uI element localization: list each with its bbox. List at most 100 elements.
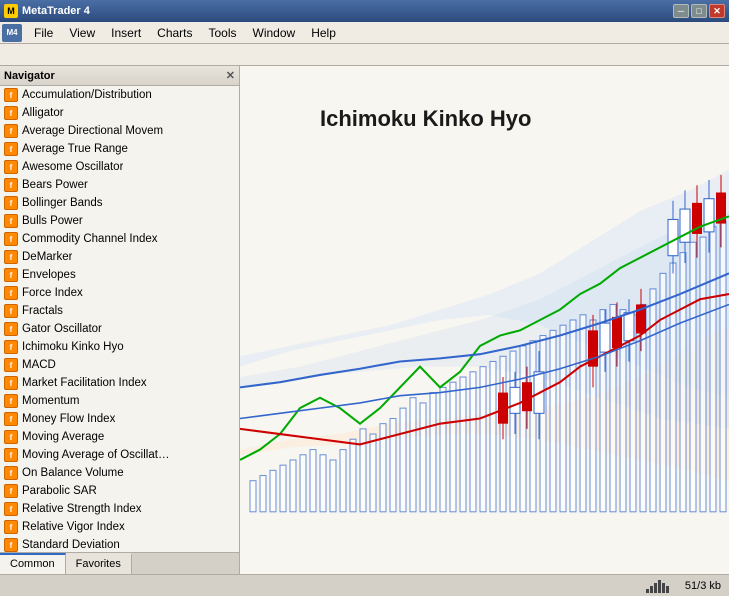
indicator-icon: f <box>4 358 18 372</box>
status-bar: 51/3 kb <box>0 574 729 596</box>
indicator-label: Moving Average of Oscillat… <box>22 449 169 461</box>
indicator-icon: f <box>4 286 18 300</box>
indicator-label: Fractals <box>22 305 63 317</box>
nav-item[interactable]: f Momentum <box>0 392 239 410</box>
indicator-icon: f <box>4 502 18 516</box>
tab-common[interactable]: Common <box>0 553 66 574</box>
indicator-icon: f <box>4 124 18 138</box>
indicator-icon: f <box>4 178 18 192</box>
nav-item[interactable]: f Awesome Oscillator <box>0 158 239 176</box>
indicator-label: Parabolic SAR <box>22 485 97 497</box>
chart-svg <box>240 66 729 574</box>
indicator-label: Bulls Power <box>22 215 83 227</box>
close-button[interactable]: ✕ <box>709 4 725 18</box>
nav-item[interactable]: fBulls Power <box>0 212 239 230</box>
indicator-icon: f <box>4 250 18 264</box>
nav-item[interactable]: f Relative Vigor Index <box>0 518 239 536</box>
indicator-icon: f <box>4 448 18 462</box>
nav-item[interactable]: f MACD <box>0 356 239 374</box>
menu-tools[interactable]: Tools <box>201 24 245 42</box>
nav-item[interactable]: f Envelopes <box>0 266 239 284</box>
title-text: MetaTrader 4 <box>22 5 90 17</box>
nav-item[interactable]: fCommodity Channel Index <box>0 230 239 248</box>
toolbar <box>0 44 729 66</box>
navigator-tabs: Common Favorites <box>0 552 239 574</box>
nav-item[interactable]: f On Balance Volume <box>0 464 239 482</box>
menu-help[interactable]: Help <box>303 24 344 42</box>
menu-file[interactable]: File <box>26 24 61 42</box>
indicator-icon: f <box>4 322 18 336</box>
indicator-icon: f <box>4 340 18 354</box>
indicator-label: Relative Vigor Index <box>22 521 125 533</box>
nav-item[interactable]: fBears Power <box>0 176 239 194</box>
indicator-label: Average True Range <box>22 143 128 155</box>
nav-item[interactable]: f Average Directional Movem <box>0 122 239 140</box>
indicator-label: Money Flow Index <box>22 413 115 425</box>
nav-item[interactable]: f Alligator <box>0 104 239 122</box>
indicator-label: MACD <box>22 359 56 371</box>
nav-item[interactable]: f Force Index <box>0 284 239 302</box>
indicator-icon: f <box>4 376 18 390</box>
indicator-label: Awesome Oscillator <box>22 161 123 173</box>
menu-bar: M4 File View Insert Charts Tools Window … <box>0 22 729 44</box>
indicator-icon: f <box>4 88 18 102</box>
navigator-list[interactable]: fAccumulation/DistributionfAlligatorfAve… <box>0 86 239 552</box>
status-info: 51/3 kb <box>685 580 721 592</box>
indicator-label: Force Index <box>22 287 83 299</box>
indicator-label: DeMarker <box>22 251 72 263</box>
navigator-panel: Navigator ✕ fAccumulation/DistributionfA… <box>0 66 240 574</box>
indicator-label: Standard Deviation <box>22 539 120 551</box>
menu-insert[interactable]: Insert <box>103 24 149 42</box>
indicator-icon: f <box>4 538 18 552</box>
navigator-close-button[interactable]: ✕ <box>226 69 235 82</box>
maximize-button[interactable]: □ <box>691 4 707 18</box>
bar-chart-icon <box>646 579 669 593</box>
indicator-label: Alligator <box>22 107 64 119</box>
indicator-icon: f <box>4 268 18 282</box>
navigator-title: Navigator <box>4 70 55 82</box>
nav-item[interactable]: f Market Facilitation Index <box>0 374 239 392</box>
indicator-icon: f <box>4 142 18 156</box>
nav-item[interactable]: f Moving Average of Oscillat… <box>0 446 239 464</box>
indicator-icon: f <box>4 106 18 120</box>
indicator-icon: f <box>4 412 18 426</box>
indicator-label: Envelopes <box>22 269 76 281</box>
nav-item[interactable]: f Parabolic SAR <box>0 482 239 500</box>
bar-chart-indicator <box>646 579 669 593</box>
nav-item[interactable]: fBollinger Bands <box>0 194 239 212</box>
indicator-label: On Balance Volume <box>22 467 124 479</box>
menu-view[interactable]: View <box>61 24 103 42</box>
indicator-label: Moving Average <box>22 431 104 443</box>
app-logo: M4 <box>2 24 22 42</box>
indicator-label: Ichimoku Kinko Hyo <box>22 341 124 353</box>
indicator-label: Bollinger Bands <box>22 197 103 209</box>
indicator-icon: f <box>4 466 18 480</box>
minimize-button[interactable]: ─ <box>673 4 689 18</box>
indicator-icon: f <box>4 394 18 408</box>
nav-item[interactable]: f DeMarker <box>0 248 239 266</box>
indicator-label: Market Facilitation Index <box>22 377 147 389</box>
nav-item[interactable]: f Standard Deviation <box>0 536 239 552</box>
indicator-icon: f <box>4 232 18 246</box>
nav-item[interactable]: f Gator Oscillator <box>0 320 239 338</box>
nav-item[interactable]: fAccumulation/Distribution <box>0 86 239 104</box>
indicator-label: Gator Oscillator <box>22 323 102 335</box>
menu-charts[interactable]: Charts <box>149 24 200 42</box>
indicator-label: Relative Strength Index <box>22 503 142 515</box>
indicator-icon: f <box>4 484 18 498</box>
title-bar: M MetaTrader 4 ─ □ ✕ <box>0 0 729 22</box>
chart-area: Ichimoku Kinko Hyo <box>240 66 729 574</box>
indicator-label: Average Directional Movem <box>22 125 163 137</box>
nav-item[interactable]: f Money Flow Index <box>0 410 239 428</box>
tab-favorites[interactable]: Favorites <box>66 553 132 574</box>
indicator-icon: f <box>4 160 18 174</box>
nav-item[interactable]: f Relative Strength Index <box>0 500 239 518</box>
main-content: Navigator ✕ fAccumulation/DistributionfA… <box>0 66 729 574</box>
nav-item[interactable]: f Ichimoku Kinko Hyo <box>0 338 239 356</box>
indicator-icon: f <box>4 520 18 534</box>
indicator-label: Momentum <box>22 395 80 407</box>
nav-item[interactable]: fMoving Average <box>0 428 239 446</box>
nav-item[interactable]: f Average True Range <box>0 140 239 158</box>
menu-window[interactable]: Window <box>245 24 304 42</box>
nav-item[interactable]: fFractals <box>0 302 239 320</box>
